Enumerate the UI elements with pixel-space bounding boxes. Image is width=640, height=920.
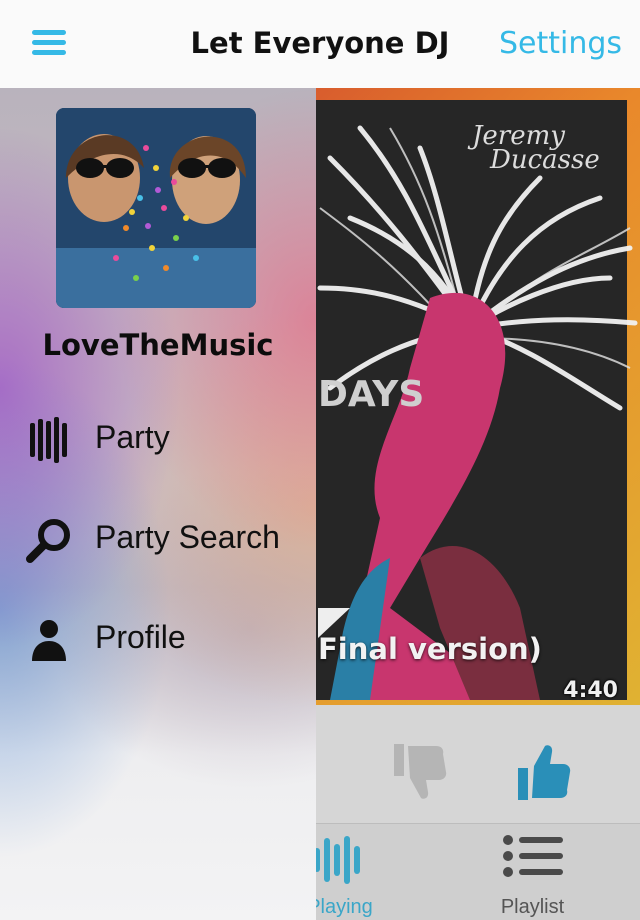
- thumbs-down-button[interactable]: [392, 742, 448, 802]
- thumbs-up-icon: [518, 745, 571, 800]
- thumbs-up-button[interactable]: [516, 744, 572, 802]
- tab-playlist-label: Playlist: [500, 896, 565, 918]
- tab-playlist[interactable]: Playlist: [460, 824, 605, 920]
- settings-button[interactable]: Settings: [499, 26, 622, 61]
- avatar-photo: [56, 108, 256, 308]
- drawer-item-label: Party: [95, 419, 170, 455]
- person-icon: [32, 620, 66, 661]
- track-title: Final version): [318, 632, 542, 666]
- page-title: Let Everyone DJ: [190, 26, 450, 60]
- drawer-item-profile[interactable]: Profile: [0, 603, 316, 673]
- avatar[interactable]: [56, 108, 256, 308]
- track-duration: 4:40: [563, 678, 618, 703]
- album-cover-text: DAYS: [318, 374, 424, 415]
- drawer-item-label: Party Search: [95, 519, 280, 555]
- drawer-item-party-search[interactable]: Party Search: [0, 503, 316, 573]
- drawer-item-party[interactable]: Party: [0, 403, 316, 473]
- username: LoveTheMusic: [42, 328, 274, 362]
- drawer-item-label: Profile: [95, 619, 186, 655]
- svg-text:Ducasse: Ducasse: [489, 145, 600, 175]
- list-icon: [502, 835, 563, 877]
- nav-bar: Let Everyone DJ Settings: [0, 0, 640, 88]
- thumbs-down-icon: [394, 744, 447, 799]
- magnifier-icon: [26, 519, 70, 563]
- side-drawer: LoveTheMusic Party Party Search Profile: [0, 88, 316, 920]
- equalizer-bars-icon: [30, 417, 67, 463]
- equalizer-bars-icon: [314, 836, 360, 884]
- hamburger-menu-button[interactable]: [32, 28, 66, 56]
